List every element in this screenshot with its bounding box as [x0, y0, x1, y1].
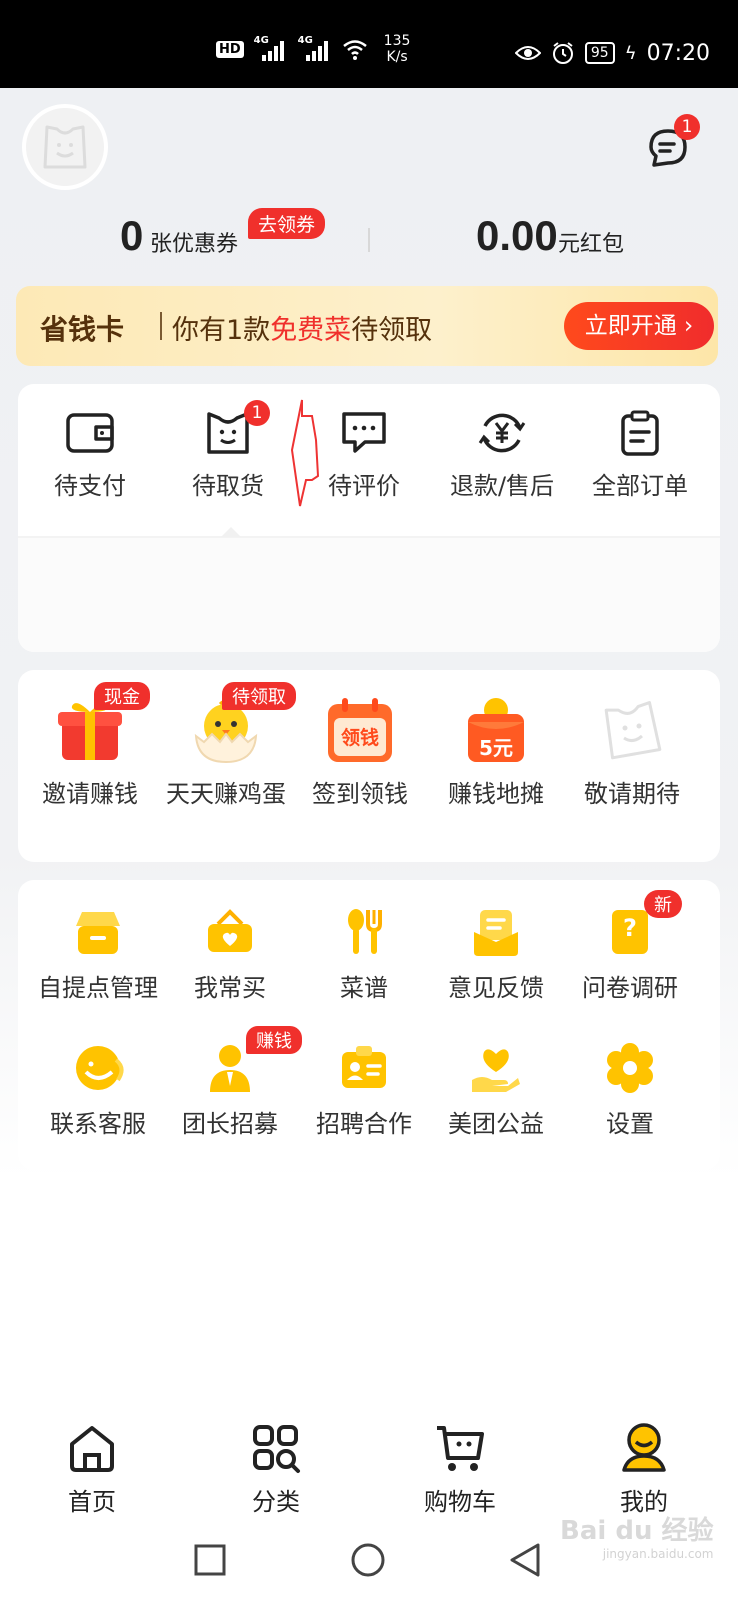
tool-customer-service[interactable]: 联系客服 [28, 1042, 168, 1139]
clipboard-icon [621, 410, 659, 456]
open-now-button[interactable]: 立即开通 › [564, 302, 714, 350]
earn-stall[interactable]: 5元 赚钱地摊 [426, 696, 566, 809]
arrow-annotation-icon [290, 399, 320, 507]
nav-profile[interactable]: 我的 [584, 1422, 704, 1517]
tool-charity[interactable]: 美团公益 [426, 1042, 566, 1139]
bottom-nav: 首页 分类 购物车 我的 [0, 1412, 738, 1516]
tools-card: 自提点管理 我常买 菜谱 意见反馈 ? 新 问卷调研 联系客服 赚钱 团长招募 … [18, 880, 720, 1170]
charging-icon: ϟ [624, 42, 637, 64]
tool-settings[interactable]: 设置 [560, 1042, 700, 1139]
coupon-unit[interactable]: 张优惠券 [150, 226, 238, 258]
spoon-fork-icon [348, 909, 382, 954]
pending-tag: 待领取 [222, 682, 296, 710]
tool-leader-recruit[interactable]: 赚钱 团长招募 [160, 1026, 302, 1139]
store-icon [76, 912, 120, 954]
feedback-icon [474, 910, 518, 956]
earn-invite[interactable]: 现金 邀请赚钱 [20, 682, 160, 809]
order-refund[interactable]: 退款/售后 [432, 410, 572, 501]
home-icon [70, 1426, 114, 1472]
earn-card: 现金 邀请赚钱 待领取 天天赚鸡蛋 领钱 签到领钱 5元 赚钱地摊 敬请期待 [18, 670, 720, 862]
order-pending-payment[interactable]: 待支付 [20, 410, 160, 501]
tool-feedback[interactable]: 意见反馈 [426, 906, 566, 1003]
message-button[interactable]: 1 [648, 114, 700, 170]
clock: 07:20 [646, 40, 710, 66]
pickup-badge: 1 [244, 400, 270, 426]
tool-pickup-point[interactable]: 自提点管理 [28, 906, 168, 1003]
charity-icon [472, 1049, 520, 1092]
order-pending-pickup[interactable]: 1 待取货 [158, 400, 298, 501]
profile-icon [622, 1423, 666, 1472]
id-card-icon [342, 1046, 386, 1088]
signal-icon: 4G [298, 35, 332, 61]
calendar-icon: 领钱 [326, 696, 394, 764]
signal-icon: 4G [254, 35, 288, 61]
coupon-count[interactable]: 0 [120, 212, 143, 260]
cash-tag: 现金 [94, 682, 150, 710]
earn-daily-egg[interactable]: 待领取 天天赚鸡蛋 [156, 682, 296, 809]
service-icon [76, 1046, 124, 1090]
watermark: Bai du 经验 jingyan.baidu.com [560, 1516, 714, 1561]
new-tag: 新 [644, 890, 682, 918]
earn-checkin[interactable]: 领钱 签到领钱 [290, 696, 430, 809]
orders-card: 待支付 1 待取货 待评价 退款/售后 全部订单 [18, 384, 720, 652]
placeholder-bag-icon [43, 125, 87, 169]
status-bar: HD 4G 4G 135 K/s 95 ϟ 07:20 [0, 0, 738, 88]
divider [160, 312, 162, 340]
message-badge: 1 [674, 114, 700, 140]
nav-home[interactable]: 首页 [32, 1422, 152, 1517]
placeholder-bag-icon [604, 701, 662, 760]
hd-indicator: HD [216, 40, 244, 58]
red-envelope-icon: 5元 [462, 696, 530, 764]
category-icon [253, 1425, 300, 1473]
earn-coming-soon[interactable]: 敬请期待 [562, 696, 702, 809]
order-all[interactable]: 全部订单 [570, 410, 710, 501]
orders-detail-area [18, 538, 720, 652]
tool-survey[interactable]: ? 新 问卷调研 [560, 890, 700, 1003]
battery-indicator: 95 [584, 42, 615, 64]
wallet-icon [66, 413, 114, 453]
redpacket-unit[interactable]: 元红包 [558, 226, 624, 258]
eye-icon [514, 46, 541, 60]
back-triangle-icon[interactable] [508, 1542, 542, 1578]
settings-icon [607, 1043, 653, 1093]
wifi-icon [342, 40, 367, 60]
cart-icon [437, 1426, 484, 1471]
recent-apps-icon[interactable] [194, 1544, 226, 1576]
home-circle-icon[interactable] [350, 1542, 386, 1578]
nav-cart[interactable]: 购物车 [400, 1422, 520, 1517]
tool-recruit-coop[interactable]: 招聘合作 [294, 1042, 434, 1139]
comment-icon [342, 412, 386, 453]
tool-recipes[interactable]: 菜谱 [294, 906, 434, 1003]
basket-icon [208, 909, 252, 952]
savecard-banner[interactable]: 省钱卡 你有1款免费菜待领取 立即开通 › [16, 286, 718, 366]
network-speed: 135 K/s [383, 33, 411, 65]
refund-icon [478, 413, 526, 453]
tool-frequent-buy[interactable]: 我常买 [160, 906, 300, 1003]
alarm-icon [552, 42, 573, 64]
redpacket-amount[interactable]: 0.00 [476, 212, 558, 260]
savecard-desc: 你有1款免费菜待领取 [172, 315, 433, 346]
avatar[interactable] [22, 104, 108, 190]
nav-category[interactable]: 分类 [216, 1422, 336, 1517]
divider [368, 228, 370, 252]
savecard-title: 省钱卡 [40, 313, 125, 346]
tab-pointer [221, 527, 241, 537]
collect-coupon-tag[interactable]: 去领券 [248, 208, 326, 239]
